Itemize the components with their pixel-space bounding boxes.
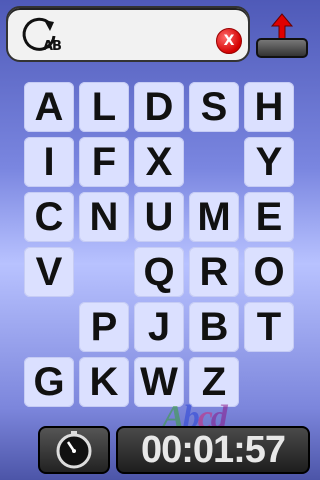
submit-button[interactable] [256, 12, 308, 58]
stopwatch-icon [56, 431, 92, 469]
letter-tile[interactable]: R [189, 247, 239, 297]
letter-tile[interactable]: B [189, 302, 239, 352]
letter-tile[interactable]: D [134, 82, 184, 132]
letter-tile[interactable]: Q [134, 247, 184, 297]
clear-button[interactable]: X [216, 28, 242, 54]
stopwatch-button[interactable] [38, 426, 110, 474]
letter-tile[interactable]: X [134, 137, 184, 187]
bottom-bar: 00:01:57 [0, 426, 320, 480]
letter-tile[interactable]: U [134, 192, 184, 242]
letter-tile[interactable]: Y [244, 137, 294, 187]
letter-tile[interactable]: O [244, 247, 294, 297]
letter-tile[interactable]: K [79, 357, 129, 407]
submit-base [256, 38, 308, 58]
letter-tile[interactable]: N [79, 192, 129, 242]
letter-tile[interactable]: T [244, 302, 294, 352]
letter-tile[interactable]: I [24, 137, 74, 187]
letter-tile[interactable]: J [134, 302, 184, 352]
letter-tile[interactable]: H [244, 82, 294, 132]
rotate-label: AB [43, 39, 62, 54]
letter-tile[interactable]: L [79, 82, 129, 132]
timer-display: 00:01:57 [116, 426, 310, 474]
letter-tile[interactable]: A [24, 82, 74, 132]
letter-tile[interactable]: E [244, 192, 294, 242]
word-entry-bar: AB X [6, 6, 250, 62]
letter-tile[interactable]: M [189, 192, 239, 242]
letter-tile[interactable]: V [24, 247, 74, 297]
clear-icon: X [223, 33, 235, 49]
letter-tile[interactable]: F [79, 137, 129, 187]
letter-tile[interactable]: G [24, 357, 74, 407]
letter-tile[interactable]: C [24, 192, 74, 242]
letter-tile[interactable]: P [79, 302, 129, 352]
letter-tile[interactable]: S [189, 82, 239, 132]
